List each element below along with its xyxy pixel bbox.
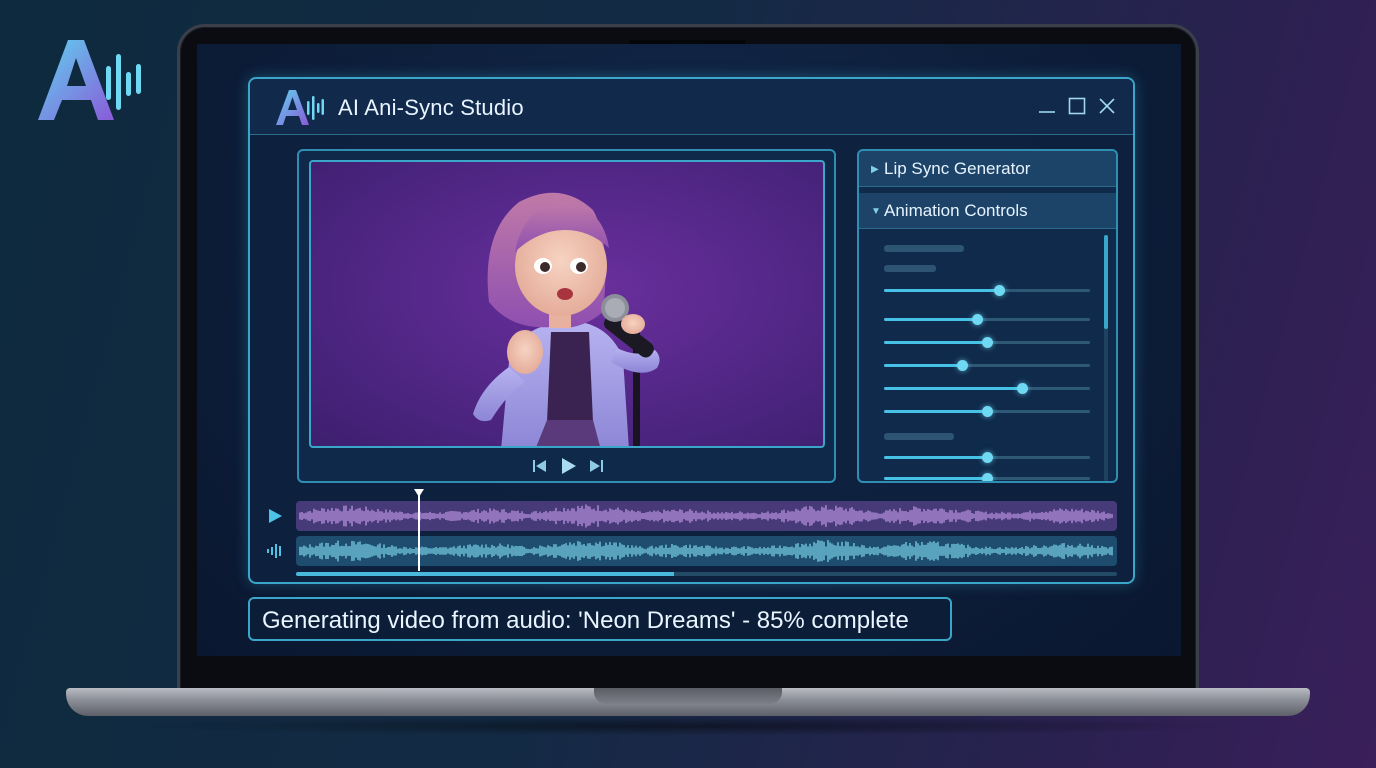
animation-slider[interactable] [884,314,1090,325]
close-icon[interactable] [1096,95,1118,117]
slider-knob[interactable] [994,285,1006,296]
video-preview[interactable] [309,160,825,448]
placeholder-label [884,265,936,272]
animation-slider[interactable] [884,337,1090,348]
slider-knob[interactable] [982,473,993,481]
playhead[interactable] [414,489,425,571]
slider-knob[interactable] [982,452,993,463]
app-title: AI Ani-Sync Studio [338,95,524,120]
slider-knob[interactable] [957,360,969,371]
slider-fill [884,364,963,367]
timeline-progress-fill [296,572,674,576]
animation-slider[interactable] [884,406,1090,417]
status-text: Generating video from audio: 'Neon Dream… [262,607,909,634]
slider-fill [884,456,987,459]
laptop-base-notch [594,688,782,704]
scroll-thumb[interactable] [1104,235,1108,329]
slider-knob[interactable] [982,406,993,417]
playback-controls [529,457,609,477]
video-preview-panel [297,149,836,483]
audio-wave-icon[interactable] [266,542,284,560]
slider-fill [884,341,987,344]
panel-scrollbar[interactable] [1104,235,1108,481]
minimize-icon[interactable] [1036,95,1058,117]
slider-fill [884,410,987,413]
slider-fill [884,477,987,480]
status-bar: Generating video from audio: 'Neon Dream… [248,597,952,641]
singing-avatar-illustration [473,192,660,446]
animation-slider[interactable] [884,285,1090,296]
settings-panel: ▶ Lip Sync Generator ▼ Animation Control… [857,149,1118,483]
laptop-shadow [120,716,1256,736]
slider-knob[interactable] [971,314,983,325]
slider-fill [884,318,977,321]
lip-sync-generator-section[interactable]: ▶ Lip Sync Generator [859,151,1116,187]
play-track-icon[interactable] [266,507,284,525]
slider-knob[interactable] [982,337,993,348]
animation-slider[interactable] [884,473,1090,481]
animation-slider[interactable] [884,452,1090,463]
slider-fill [884,289,1000,292]
animation-slider[interactable] [884,383,1090,394]
placeholder-label [884,433,954,440]
brand-logo-icon [38,40,141,120]
title-bar[interactable]: AI Ani-Sync Studio [250,79,1133,135]
laptop-screen: AI Ani-Sync Studio ▶ Lip Sync Generator … [197,44,1181,656]
slider-knob[interactable] [1017,383,1029,394]
chevron-down-icon: ▼ [871,206,881,217]
app-window: AI Ani-Sync Studio ▶ Lip Sync Generator … [248,77,1135,584]
play-icon[interactable] [559,457,577,475]
skip-back-icon[interactable] [531,457,549,475]
animation-controls-section[interactable]: ▼ Animation Controls [859,193,1116,229]
app-logo-icon [276,90,324,125]
placeholder-label [884,245,964,252]
skip-forward-icon[interactable] [587,457,605,475]
maximize-icon[interactable] [1066,95,1088,117]
timeline-progress [296,572,1117,576]
chevron-right-icon: ▶ [871,164,879,175]
animation-slider[interactable] [884,360,1090,371]
slider-fill [884,387,1023,390]
